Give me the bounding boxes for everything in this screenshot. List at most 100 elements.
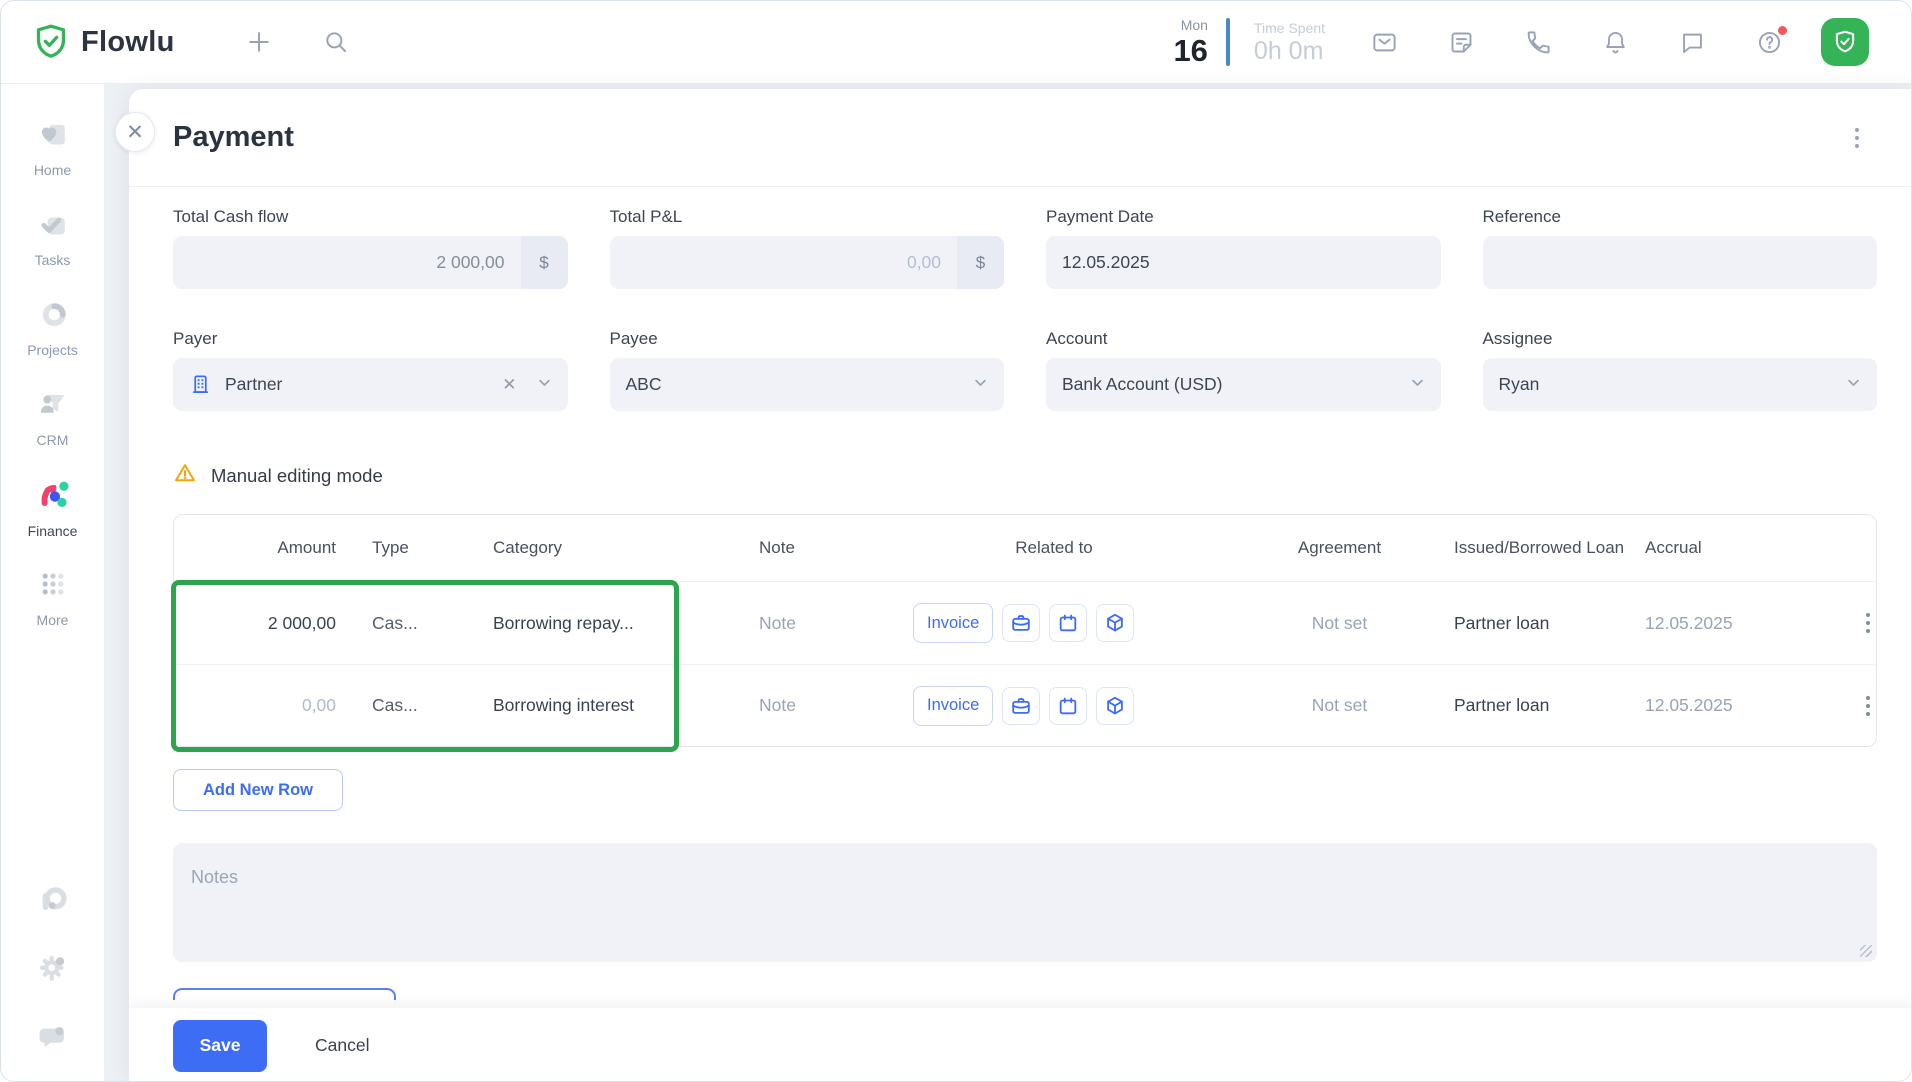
cube-icon[interactable] xyxy=(1096,687,1134,725)
invoice-button[interactable]: Invoice xyxy=(913,603,993,643)
col-header-amount: Amount xyxy=(174,537,350,558)
panel-body: Total Cash flow $ Total P&L $ xyxy=(129,187,1912,1008)
account-select[interactable]: Bank Account (USD) xyxy=(1046,358,1441,411)
feedback-icon[interactable] xyxy=(35,1019,71,1055)
calendar-date[interactable]: Mon 16 xyxy=(1173,18,1207,66)
panel-kebab-menu-icon[interactable] xyxy=(1849,122,1865,154)
projects-icon xyxy=(36,297,70,336)
loan-cell[interactable]: Partner loan xyxy=(1454,613,1639,634)
notes-icon[interactable] xyxy=(1448,29,1475,56)
col-header-note: Note xyxy=(729,537,894,558)
agreement-cell[interactable]: Not set xyxy=(1214,613,1454,634)
help-icon[interactable] xyxy=(1756,29,1783,56)
field-payment-date: Payment Date xyxy=(1046,207,1441,289)
time-spent-label: Time Spent xyxy=(1254,21,1325,35)
amount-cell[interactable]: 0,00 xyxy=(174,695,350,716)
payment-panel: Payment Total Cash flow $ Total P&L xyxy=(129,89,1912,1082)
briefcase-icon[interactable] xyxy=(1002,687,1040,725)
briefcase-icon[interactable] xyxy=(1002,604,1040,642)
profile-shield-icon[interactable] xyxy=(1821,18,1869,66)
accrual-cell[interactable]: 12.05.2025 xyxy=(1639,613,1814,634)
crm-icon xyxy=(36,387,70,426)
total-pl-input[interactable] xyxy=(610,236,958,289)
time-spent[interactable]: Time Spent 0h 0m xyxy=(1254,21,1325,64)
category-cell[interactable]: Borrowing repay... xyxy=(493,613,729,634)
integrations-icon[interactable] xyxy=(35,883,71,919)
assignee-value: Ryan xyxy=(1499,374,1540,395)
table-header-row: Amount Type Category Note Related to Agr… xyxy=(174,515,1876,582)
amount-cell[interactable]: 2 000,00 xyxy=(174,613,350,634)
sidebar-item-tasks[interactable]: Tasks xyxy=(7,192,99,282)
help-badge xyxy=(1778,26,1787,35)
category-cell[interactable]: Borrowing interest xyxy=(493,695,729,716)
col-header-related-to: Related to xyxy=(894,537,1214,558)
create-plus-icon[interactable] xyxy=(245,28,273,56)
add-new-row-button[interactable]: Add New Row xyxy=(173,769,343,811)
type-cell[interactable]: Cas... xyxy=(350,695,493,716)
related-to-cell: Invoice xyxy=(894,603,1214,643)
invoice-button[interactable]: Invoice xyxy=(913,686,993,726)
chevron-down-icon[interactable] xyxy=(537,375,552,395)
sidebar-item-projects[interactable]: Projects xyxy=(7,282,99,372)
loan-cell[interactable]: Partner loan xyxy=(1454,695,1639,716)
calendar-icon[interactable] xyxy=(1049,687,1087,725)
notes-textarea[interactable] xyxy=(173,843,1877,962)
chevron-down-icon[interactable] xyxy=(973,375,988,395)
sidebar-label: Finance xyxy=(28,523,78,539)
page-title: Payment xyxy=(173,121,294,154)
col-header-accrual: Accrual xyxy=(1639,537,1814,558)
sidebar-item-home[interactable]: Home xyxy=(7,102,99,192)
payment-date-input[interactable] xyxy=(1046,236,1441,289)
calendar-icon[interactable] xyxy=(1049,604,1087,642)
cancel-button[interactable]: Cancel xyxy=(309,1034,375,1057)
chevron-down-icon[interactable] xyxy=(1410,375,1425,395)
payer-select[interactable]: Partner ✕ xyxy=(173,358,568,411)
field-label: Account xyxy=(1046,329,1441,349)
field-assignee: Assignee Ryan xyxy=(1483,329,1878,411)
note-cell[interactable]: Note xyxy=(729,613,894,634)
reference-input[interactable] xyxy=(1483,236,1878,289)
save-button[interactable]: Save xyxy=(173,1020,267,1072)
search-icon[interactable] xyxy=(323,29,349,55)
row-kebab-menu-icon[interactable] xyxy=(1860,607,1876,639)
type-cell[interactable]: Cas... xyxy=(350,613,493,634)
note-cell[interactable]: Note xyxy=(729,695,894,716)
cube-icon[interactable] xyxy=(1096,604,1134,642)
payee-select[interactable]: ABC xyxy=(610,358,1005,411)
chevron-down-icon[interactable] xyxy=(1846,375,1861,395)
col-header-category: Category xyxy=(493,537,729,558)
close-icon[interactable]: ✕ xyxy=(115,112,155,152)
sidebar-item-more[interactable]: More xyxy=(7,552,99,642)
sidebar-label: CRM xyxy=(37,432,69,448)
flowlu-logo[interactable]: Flowlu xyxy=(31,22,175,62)
payer-value: Partner xyxy=(225,374,282,395)
settings-gear-icon[interactable] xyxy=(35,951,71,987)
total-cash-flow-input[interactable] xyxy=(173,236,521,289)
sidebar-item-finance[interactable]: Finance xyxy=(7,462,99,552)
home-icon xyxy=(36,117,70,156)
field-label: Total Cash flow xyxy=(173,207,568,227)
field-reference: Reference xyxy=(1483,207,1878,289)
sidebar-label: More xyxy=(37,612,69,628)
row-kebab-menu-icon[interactable] xyxy=(1860,690,1876,722)
sidebar-label: Tasks xyxy=(35,252,71,268)
phone-icon[interactable] xyxy=(1525,29,1552,56)
col-header-type: Type xyxy=(350,537,493,558)
field-label: Assignee xyxy=(1483,329,1878,349)
assignee-select[interactable]: Ryan xyxy=(1483,358,1878,411)
chat-icon[interactable] xyxy=(1679,29,1706,56)
notes-field xyxy=(173,843,1877,962)
clear-x-icon[interactable]: ✕ xyxy=(502,375,516,395)
sidebar-item-crm[interactable]: CRM xyxy=(7,372,99,462)
brand-name: Flowlu xyxy=(81,26,175,59)
bell-icon[interactable] xyxy=(1602,29,1629,56)
mail-icon[interactable] xyxy=(1371,29,1398,56)
table-row: 0,00 Cas... Borrowing interest Note Invo… xyxy=(174,664,1876,746)
accrual-cell[interactable]: 12.05.2025 xyxy=(1639,695,1814,716)
agreement-cell[interactable]: Not set xyxy=(1214,695,1454,716)
time-spent-value: 0h 0m xyxy=(1254,39,1325,64)
sidebar-bottom xyxy=(35,883,71,1082)
sidebar-label: Home xyxy=(34,162,71,178)
warning-triangle-icon xyxy=(173,461,197,490)
app-window: Flowlu Mon 16 Time Spent 0h 0m xyxy=(0,0,1912,1082)
